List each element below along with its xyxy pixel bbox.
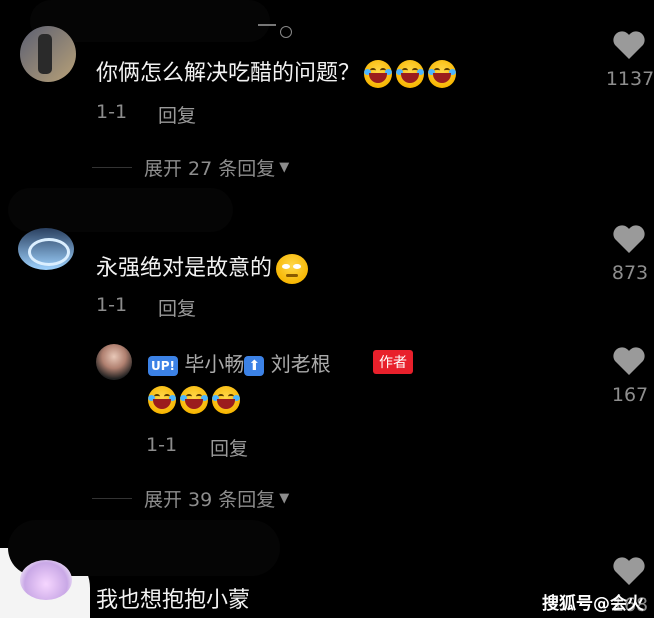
triangle-down-icon: ▼: [279, 160, 290, 175]
comment-text: 你俩怎么解决吃醋的问题？: [96, 55, 457, 88]
like-count: 1137: [605, 68, 654, 90]
rofl-emoji-icon: [428, 60, 457, 88]
up-badge: UP!: [148, 355, 179, 376]
heart-icon[interactable]: [612, 30, 646, 60]
comment-text: 我也想抱抱小蒙: [96, 588, 251, 613]
comment-date: 1-1: [96, 294, 128, 316]
author-name[interactable]: 毕小畅: [184, 352, 244, 376]
reply-button[interactable]: 回复: [158, 294, 196, 321]
rofl-emoji-icon: [180, 386, 208, 414]
triangle-down-icon: ▼: [279, 491, 290, 506]
reply-button[interactable]: 回复: [210, 434, 248, 461]
comment-text: 永强绝对是故意的: [96, 250, 309, 284]
heart-icon[interactable]: [612, 224, 646, 254]
smirk-emoji-icon: [276, 254, 309, 284]
reply-date: 1-1: [146, 434, 178, 456]
rofl-emoji-icon: [396, 60, 425, 88]
comment-date: 1-1: [96, 101, 128, 123]
username-suffix: [258, 24, 276, 26]
verified-mark-icon: [280, 26, 292, 38]
heart-icon[interactable]: [612, 346, 646, 376]
like-count: 873: [611, 262, 649, 284]
author-avatar[interactable]: [96, 344, 132, 380]
redacted-username: [8, 188, 233, 232]
reply-to-arrow-icon: ⬆: [244, 355, 265, 376]
author-tag: 作者: [373, 350, 413, 374]
rofl-emoji-icon: [364, 60, 393, 88]
reply-target-name[interactable]: 刘老根: [271, 352, 331, 376]
heart-icon[interactable]: [612, 556, 646, 586]
avatar[interactable]: [20, 560, 72, 600]
reply-button[interactable]: 回复: [158, 101, 196, 128]
like-count: 167: [611, 384, 649, 406]
expand-replies-label: 展开 39 条回复: [144, 489, 276, 511]
rofl-emoji-icon: [212, 386, 240, 414]
reply-header: UP! 毕小畅 ⬆ 刘老根: [148, 348, 331, 377]
reply-emojis: [144, 386, 240, 414]
rofl-emoji-icon: [148, 386, 176, 414]
expand-replies-button[interactable]: 展开 27 条回复 ▼: [92, 154, 289, 181]
expand-replies-button[interactable]: 展开 39 条回复 ▼: [92, 485, 289, 512]
watermark: 搜狐号@会火: [542, 594, 644, 614]
avatar[interactable]: [20, 26, 76, 82]
expand-replies-label: 展开 27 条回复: [144, 158, 276, 180]
avatar[interactable]: [18, 228, 74, 270]
